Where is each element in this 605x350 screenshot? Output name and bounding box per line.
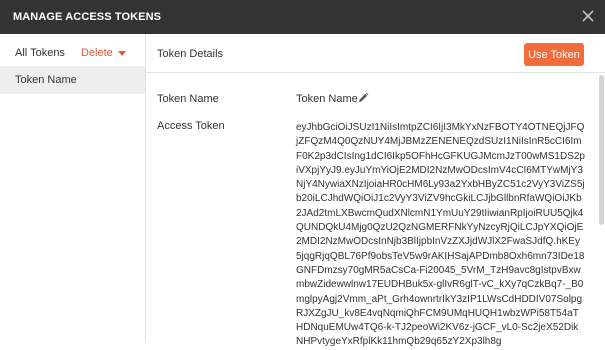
access-token-value[interactable]: eyJhbGciOiJSUzI1NiIsImtpZCI6IjI3MkYxNzFB… (296, 121, 585, 350)
modal-title: MANAGE ACCESS TOKENS (13, 11, 162, 23)
token-name-label: Token Name (157, 93, 219, 105)
use-token-button[interactable]: Use Token (524, 43, 584, 66)
sidebar-item-label: Token Name (15, 74, 77, 86)
scrollbar-thumb[interactable] (599, 75, 604, 225)
modal-titlebar: MANAGE ACCESS TOKENS (0, 0, 605, 34)
delete-button[interactable]: Delete (81, 47, 113, 59)
sidebar-item-token-name[interactable]: Token Name (0, 66, 145, 94)
caret-down-icon[interactable] (118, 51, 126, 56)
token-sidebar: All Tokens Delete Token Name (0, 34, 146, 341)
header-divider (146, 72, 605, 73)
access-token-label: Access Token (157, 120, 225, 132)
panel-title: Token Details (157, 48, 224, 60)
token-details-panel: Token Details Use Token Token Name Token… (146, 34, 605, 347)
all-tokens-label: All Tokens (15, 47, 65, 59)
close-icon[interactable] (581, 9, 595, 23)
scrollbar[interactable] (599, 73, 604, 341)
pencil-icon[interactable] (357, 92, 369, 104)
token-name-value: Token Name (296, 93, 358, 105)
